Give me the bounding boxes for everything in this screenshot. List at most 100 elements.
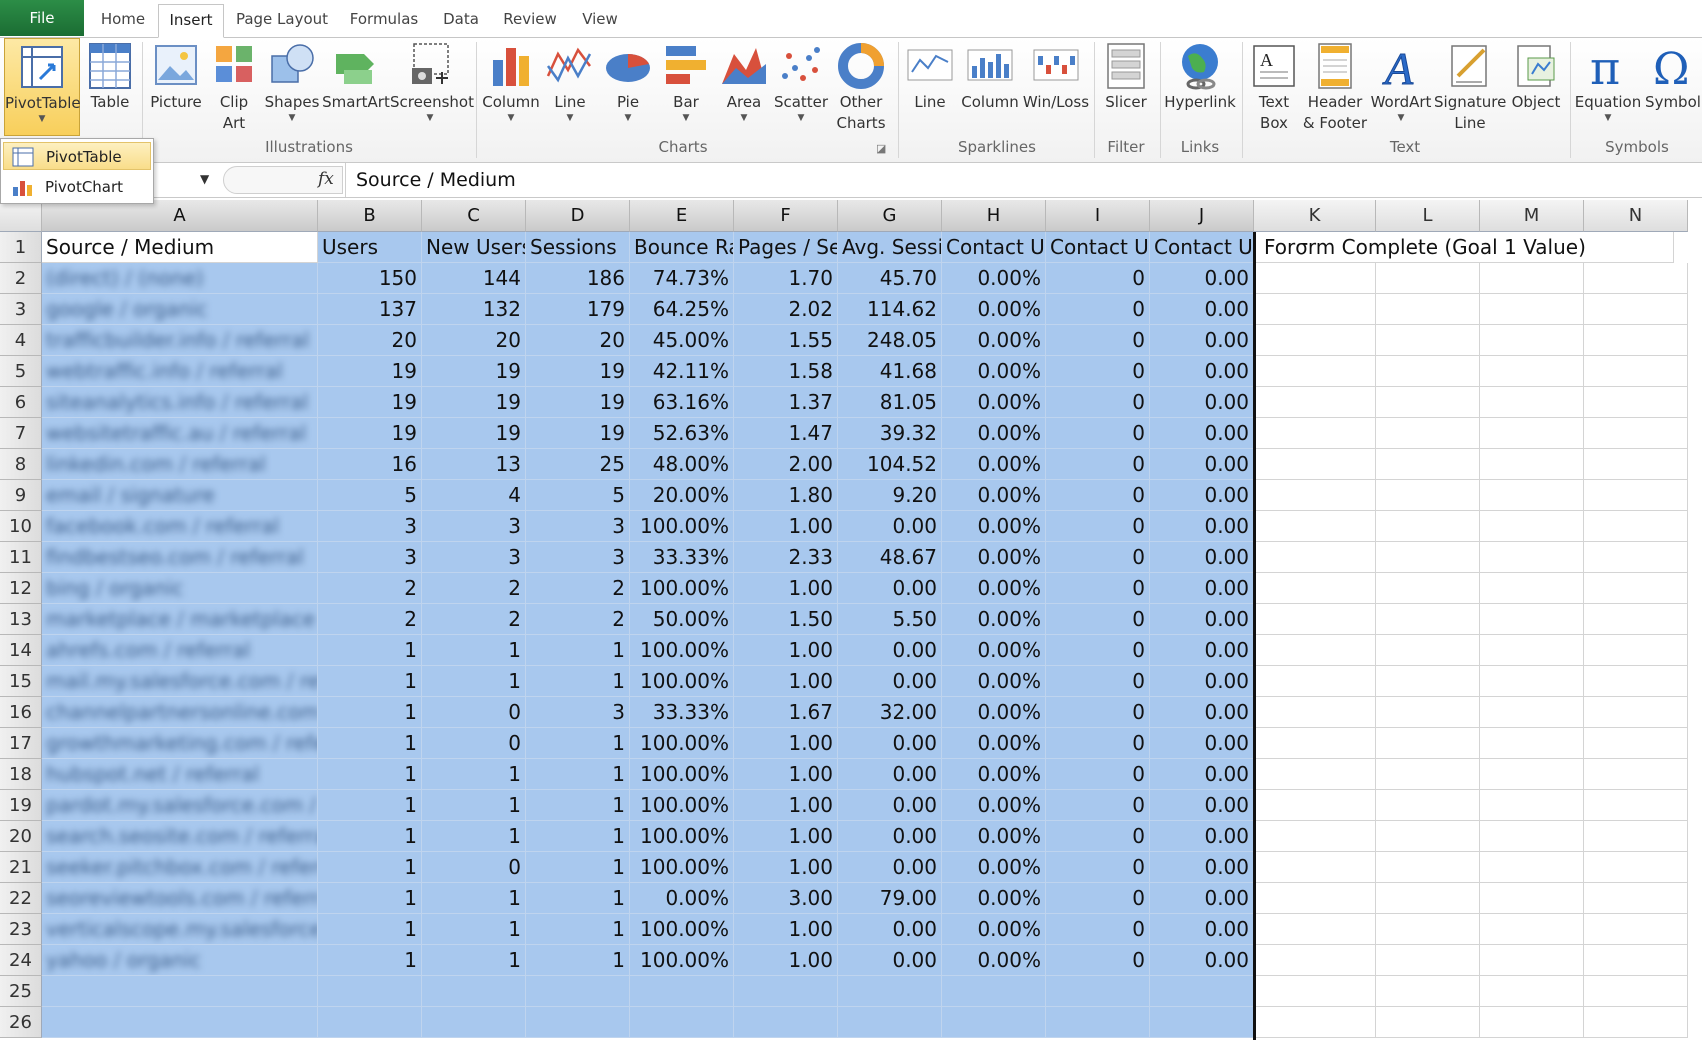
data-cell[interactable]: 48.67 xyxy=(838,542,942,573)
data-cell[interactable] xyxy=(1480,573,1584,604)
data-cell[interactable]: 0.00% xyxy=(942,480,1046,511)
data-cell[interactable]: 150 xyxy=(318,263,422,294)
data-cell[interactable] xyxy=(1376,356,1480,387)
header-cell[interactable]: Contact U: xyxy=(1150,232,1254,263)
source-medium-cell[interactable]: bing / organic xyxy=(42,573,318,604)
data-cell[interactable]: 0 xyxy=(1046,263,1150,294)
data-cell[interactable]: 1 xyxy=(318,635,422,666)
data-cell[interactable]: 33.33% xyxy=(630,542,734,573)
data-cell[interactable]: 1.00 xyxy=(734,728,838,759)
data-cell[interactable] xyxy=(1584,418,1688,449)
row-header-17[interactable]: 17 xyxy=(0,728,42,759)
data-cell[interactable] xyxy=(1376,914,1480,945)
data-cell[interactable]: 52.63% xyxy=(630,418,734,449)
data-cell[interactable]: 0.00 xyxy=(1150,449,1254,480)
data-cell[interactable]: 1.00 xyxy=(734,573,838,604)
data-cell[interactable] xyxy=(1376,294,1480,325)
column-header-h[interactable]: H xyxy=(942,200,1046,232)
data-cell[interactable]: 3.00 xyxy=(734,883,838,914)
source-medium-cell[interactable]: seoreviewtools.com / referral xyxy=(42,883,318,914)
data-cell[interactable] xyxy=(1584,976,1688,1007)
data-cell[interactable]: 81.05 xyxy=(838,387,942,418)
column-header-m[interactable]: M xyxy=(1480,200,1584,232)
data-cell[interactable] xyxy=(734,976,838,1007)
column-header-b[interactable]: B xyxy=(318,200,422,232)
object-button[interactable]: Object xyxy=(1508,38,1564,113)
data-cell[interactable]: 0 xyxy=(1046,852,1150,883)
data-cell[interactable]: 0 xyxy=(1046,821,1150,852)
data-cell[interactable]: 1 xyxy=(422,666,526,697)
data-cell[interactable] xyxy=(1150,1007,1254,1038)
data-cell[interactable] xyxy=(1584,325,1688,356)
data-cell[interactable]: 19 xyxy=(422,387,526,418)
smartart-button[interactable]: SmartArt xyxy=(322,38,390,113)
data-cell[interactable]: 1 xyxy=(526,728,630,759)
data-cell[interactable]: 0.00 xyxy=(1150,635,1254,666)
data-cell[interactable]: 0.00 xyxy=(1150,790,1254,821)
data-cell[interactable]: 1 xyxy=(422,759,526,790)
data-cell[interactable]: 2 xyxy=(318,573,422,604)
data-cell[interactable]: 0 xyxy=(1046,728,1150,759)
source-medium-cell[interactable]: verticalscope.my.salesforce.com / referr… xyxy=(42,914,318,945)
data-cell[interactable]: 100.00% xyxy=(630,945,734,976)
data-cell[interactable]: 0.00% xyxy=(942,914,1046,945)
data-cell[interactable] xyxy=(1376,511,1480,542)
data-cell[interactable] xyxy=(1480,914,1584,945)
header-footer-button[interactable]: Header & Footer xyxy=(1302,38,1368,134)
data-cell[interactable] xyxy=(1584,635,1688,666)
data-cell[interactable]: 1.55 xyxy=(734,325,838,356)
data-cell[interactable] xyxy=(630,1007,734,1038)
data-cell[interactable]: 0 xyxy=(1046,449,1150,480)
data-cell[interactable] xyxy=(318,976,422,1007)
data-cell[interactable]: 100.00% xyxy=(630,511,734,542)
pie-chart-button[interactable]: Pie ▼ xyxy=(600,38,656,124)
row-header-19[interactable]: 19 xyxy=(0,790,42,821)
data-cell[interactable] xyxy=(1480,449,1584,480)
data-cell[interactable] xyxy=(1584,263,1688,294)
data-cell[interactable] xyxy=(1254,945,1376,976)
data-cell[interactable] xyxy=(1480,821,1584,852)
source-medium-cell[interactable]: pardot.my.salesforce.com / referral xyxy=(42,790,318,821)
data-cell[interactable] xyxy=(1254,294,1376,325)
data-cell[interactable]: 0.00 xyxy=(1150,666,1254,697)
column-chart-button[interactable]: Column ▼ xyxy=(480,38,542,124)
data-cell[interactable]: 100.00% xyxy=(630,790,734,821)
row-header-5[interactable]: 5 xyxy=(0,356,42,387)
source-medium-cell[interactable]: (direct) / (none) xyxy=(42,263,318,294)
data-cell[interactable] xyxy=(1480,945,1584,976)
data-cell[interactable] xyxy=(1480,511,1584,542)
data-cell[interactable]: 1 xyxy=(422,821,526,852)
source-medium-cell[interactable]: seeker.pitchbox.com / referral xyxy=(42,852,318,883)
data-cell[interactable]: 64.25% xyxy=(630,294,734,325)
data-cell[interactable] xyxy=(1584,852,1688,883)
data-cell[interactable] xyxy=(1254,542,1376,573)
data-cell[interactable]: 0.00 xyxy=(1150,697,1254,728)
source-medium-cell[interactable]: ahrefs.com / referral xyxy=(42,635,318,666)
data-cell[interactable]: 100.00% xyxy=(630,914,734,945)
data-cell[interactable] xyxy=(1376,790,1480,821)
data-cell[interactable]: 0.00 xyxy=(1150,604,1254,635)
data-cell[interactable]: 42.11% xyxy=(630,356,734,387)
data-cell[interactable] xyxy=(1480,790,1584,821)
data-cell[interactable]: 2 xyxy=(526,604,630,635)
data-cell[interactable]: 0 xyxy=(422,697,526,728)
data-cell[interactable] xyxy=(1254,387,1376,418)
data-cell[interactable]: 0.00 xyxy=(1150,511,1254,542)
data-cell[interactable] xyxy=(1480,759,1584,790)
data-cell[interactable] xyxy=(1480,976,1584,1007)
column-header-l[interactable]: L xyxy=(1376,200,1480,232)
data-cell[interactable]: 3 xyxy=(526,697,630,728)
data-cell[interactable]: 0.00% xyxy=(942,666,1046,697)
data-cell[interactable]: 0.00% xyxy=(942,356,1046,387)
signature-line-button[interactable]: Signature Line xyxy=(1434,38,1506,134)
name-box-dropdown-icon[interactable]: ▼ xyxy=(200,172,209,186)
data-cell[interactable]: 20.00% xyxy=(630,480,734,511)
data-cell[interactable] xyxy=(1150,976,1254,1007)
data-cell[interactable]: 63.16% xyxy=(630,387,734,418)
data-cell[interactable]: 1.50 xyxy=(734,604,838,635)
row-header-6[interactable]: 6 xyxy=(0,387,42,418)
data-cell[interactable] xyxy=(1376,883,1480,914)
data-cell[interactable]: 2.00 xyxy=(734,449,838,480)
data-cell[interactable]: 0.00% xyxy=(942,759,1046,790)
data-cell[interactable]: 1.00 xyxy=(734,511,838,542)
